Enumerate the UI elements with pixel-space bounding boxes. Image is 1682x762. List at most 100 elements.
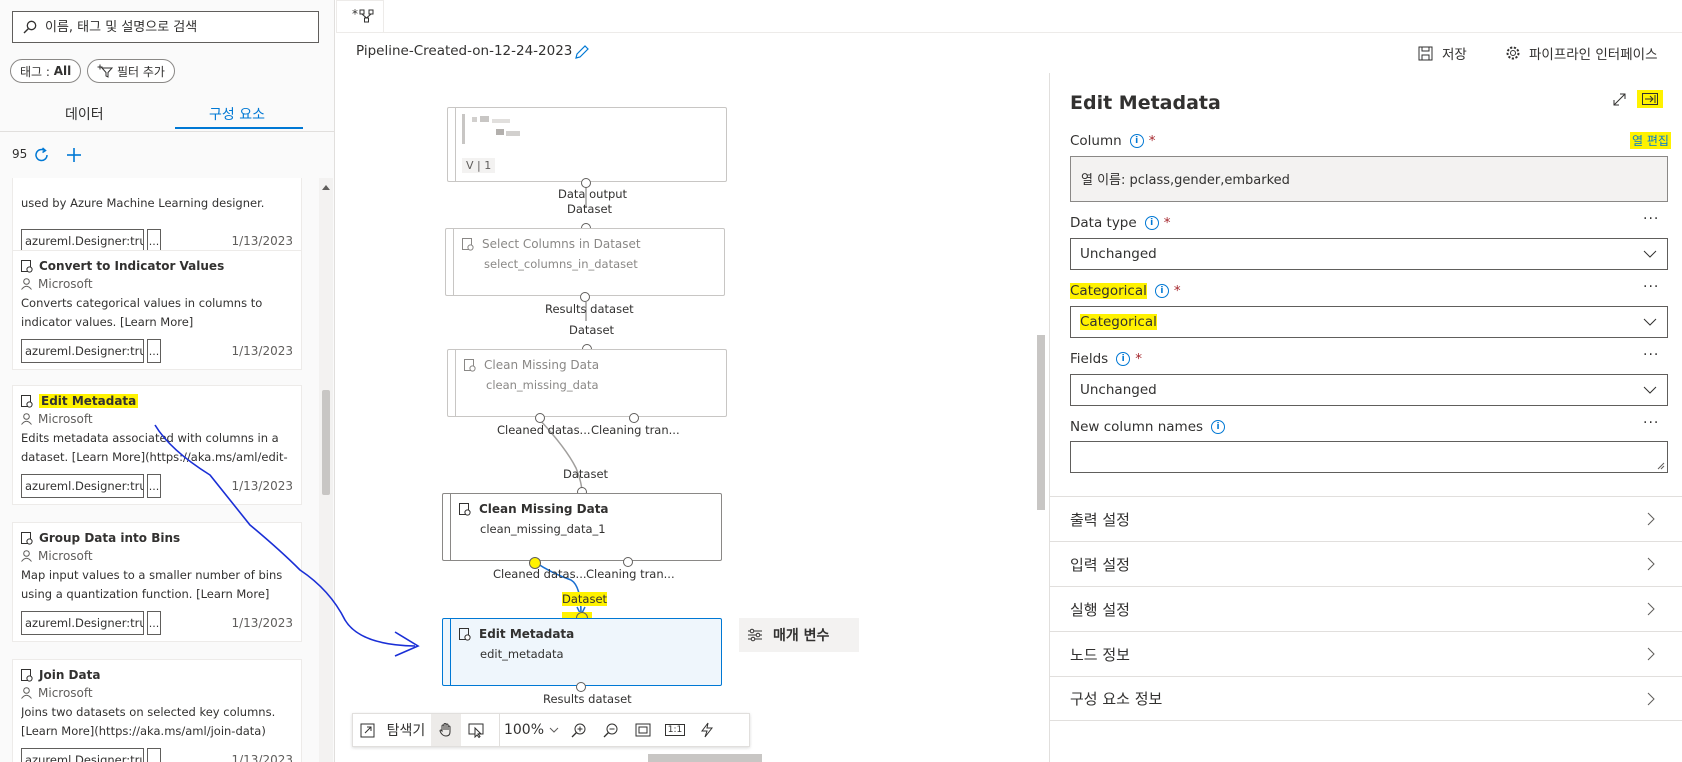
zoom-in-button[interactable] bbox=[563, 714, 595, 746]
required-marker: * bbox=[1135, 351, 1142, 367]
refresh-icon[interactable] bbox=[33, 146, 51, 164]
more-options-icon[interactable]: ··· bbox=[1643, 415, 1659, 431]
save-button[interactable]: 저장 bbox=[1418, 43, 1467, 63]
canvas-scrollbar-vertical[interactable] bbox=[1037, 335, 1045, 510]
expand-icon[interactable] bbox=[1612, 92, 1627, 107]
tag-filter-pill[interactable]: 태그 : All bbox=[10, 59, 82, 83]
component-count: 95 bbox=[12, 147, 28, 161]
component-icon bbox=[459, 502, 471, 516]
output-port[interactable] bbox=[623, 557, 633, 567]
required-marker: * bbox=[1148, 133, 1156, 149]
card-tag[interactable]: azureml.Designer:true bbox=[21, 748, 144, 762]
more-options-icon[interactable]: ··· bbox=[1643, 279, 1659, 295]
open-explorer-button[interactable] bbox=[353, 714, 381, 746]
card-author: Microsoft bbox=[38, 686, 93, 700]
card-more-button[interactable]: ... bbox=[147, 748, 161, 762]
pipeline-icon bbox=[359, 9, 374, 23]
zoom-out-button[interactable] bbox=[595, 714, 627, 746]
select-columns-node[interactable]: Select Columns in Dataset select_columns… bbox=[445, 228, 725, 296]
card-tag[interactable]: azureml.Designer:true bbox=[21, 474, 144, 498]
more-options-icon[interactable]: ··· bbox=[1643, 211, 1659, 227]
search-input[interactable] bbox=[45, 19, 305, 35]
card-date: 1/13/2023 bbox=[231, 344, 293, 358]
clean-missing-data-node[interactable]: Clean Missing Data clean_missing_data bbox=[447, 349, 727, 417]
tab-components[interactable]: 구성 요소 bbox=[209, 104, 265, 124]
info-icon[interactable]: i bbox=[1154, 284, 1169, 298]
resize-handle-icon[interactable] bbox=[1657, 462, 1665, 470]
column-field-label: Column i * bbox=[1070, 133, 1155, 149]
output-port[interactable] bbox=[576, 682, 586, 692]
fit-to-screen-button[interactable] bbox=[627, 714, 659, 746]
new-column-names-input[interactable] bbox=[1070, 441, 1668, 473]
person-icon bbox=[21, 413, 32, 425]
fields-dropdown[interactable]: Unchanged bbox=[1070, 374, 1668, 406]
column-selection-display[interactable]: 열 이름: pclass,gender,embarked bbox=[1070, 156, 1668, 202]
explorer-label[interactable]: 탐색기 bbox=[381, 714, 431, 746]
zoom-value: 100% bbox=[503, 722, 545, 738]
output-port[interactable] bbox=[580, 292, 590, 302]
pipeline-interface-button[interactable]: 파이프라인 인터페이스 bbox=[1505, 43, 1658, 63]
parameters-button[interactable]: 매개 변수 bbox=[739, 618, 859, 652]
section-component-info[interactable]: 구성 요소 정보 bbox=[1050, 676, 1682, 721]
more-options-icon[interactable]: ··· bbox=[1643, 347, 1659, 363]
zoom-dropdown[interactable]: 100% bbox=[499, 714, 563, 746]
save-label: 저장 bbox=[1442, 47, 1467, 63]
search-box[interactable] bbox=[12, 11, 319, 43]
data-type-field-label: Data type i * bbox=[1070, 215, 1170, 231]
add-filter-button[interactable]: 필터 추가 bbox=[87, 59, 175, 83]
clean-missing-data-1-node[interactable]: Clean Missing Data clean_missing_data_1 bbox=[442, 493, 722, 561]
scroll-up-icon[interactable] bbox=[321, 183, 331, 191]
card-title: Join Data bbox=[39, 668, 101, 682]
node-subtitle: clean_missing_data bbox=[486, 378, 599, 392]
card-description: used by Azure Machine Learning designer.… bbox=[21, 196, 265, 210]
section-node-info[interactable]: 노드 정보 bbox=[1050, 631, 1682, 676]
add-icon[interactable] bbox=[65, 146, 83, 164]
categorical-dropdown[interactable]: Categorical bbox=[1070, 306, 1668, 338]
info-icon[interactable]: i bbox=[1211, 420, 1226, 434]
required-marker: * bbox=[1163, 215, 1171, 231]
component-card[interactable]: Join Data Microsoft Joins two datasets o… bbox=[12, 659, 302, 762]
collapse-panel-button[interactable] bbox=[1637, 90, 1663, 108]
select-tool-button[interactable] bbox=[461, 714, 491, 746]
component-icon bbox=[21, 668, 33, 682]
section-label: 실행 설정 bbox=[1070, 600, 1130, 619]
zoom-in-icon bbox=[571, 723, 586, 738]
card-tag[interactable]: azureml.Designer:true bbox=[21, 611, 144, 635]
chevron-right-icon bbox=[1647, 557, 1655, 571]
section-output-settings[interactable]: 출력 설정 bbox=[1050, 496, 1682, 541]
chevron-down-icon bbox=[1643, 386, 1657, 394]
blurred-dataset-name bbox=[462, 114, 520, 144]
tab-data[interactable]: 데이터 bbox=[65, 104, 104, 124]
edit-columns-link[interactable]: 열 편집 bbox=[1630, 132, 1671, 149]
actual-size-button[interactable]: 1:1 bbox=[659, 714, 691, 746]
tag-filter-prefix: 태그 : bbox=[20, 64, 54, 79]
edit-metadata-node[interactable]: Edit Metadata edit_metadata bbox=[442, 618, 722, 686]
card-title: Convert to Indicator Values bbox=[39, 259, 225, 273]
collapse-panel-icon bbox=[1642, 93, 1658, 105]
explorer-icon bbox=[360, 723, 374, 737]
output-port[interactable] bbox=[629, 413, 639, 423]
chevron-down-icon bbox=[1643, 318, 1657, 326]
pipeline-tab[interactable]: * bbox=[336, 0, 384, 32]
component-card[interactable]: Convert to Indicator Values Microsoft Co… bbox=[12, 250, 302, 370]
info-icon[interactable]: i bbox=[1116, 352, 1131, 366]
info-icon[interactable]: i bbox=[1144, 216, 1159, 230]
component-icon bbox=[459, 627, 471, 641]
data-type-dropdown[interactable]: Unchanged bbox=[1070, 238, 1668, 270]
card-tag[interactable]: azureml.Designer:true bbox=[21, 339, 144, 363]
edit-pencil-icon[interactable] bbox=[574, 44, 590, 60]
output-port[interactable] bbox=[535, 413, 545, 423]
info-icon[interactable]: i bbox=[1129, 134, 1144, 148]
card-author: Microsoft bbox=[38, 277, 93, 291]
dataset-node[interactable]: V | 1 bbox=[447, 107, 727, 182]
node-subtitle: select_columns_in_dataset bbox=[484, 257, 638, 271]
auto-layout-button[interactable] bbox=[691, 714, 723, 746]
canvas-scrollbar-horizontal[interactable] bbox=[648, 754, 762, 762]
pan-tool-button[interactable] bbox=[431, 714, 461, 746]
section-run-settings[interactable]: 실행 설정 bbox=[1050, 586, 1682, 631]
card-more-button[interactable]: ... bbox=[147, 339, 161, 363]
section-input-settings[interactable]: 입력 설정 bbox=[1050, 541, 1682, 586]
card-author: Microsoft bbox=[38, 412, 93, 426]
chevron-down-icon bbox=[549, 727, 559, 733]
port-label-dataset: Dataset bbox=[563, 467, 609, 481]
